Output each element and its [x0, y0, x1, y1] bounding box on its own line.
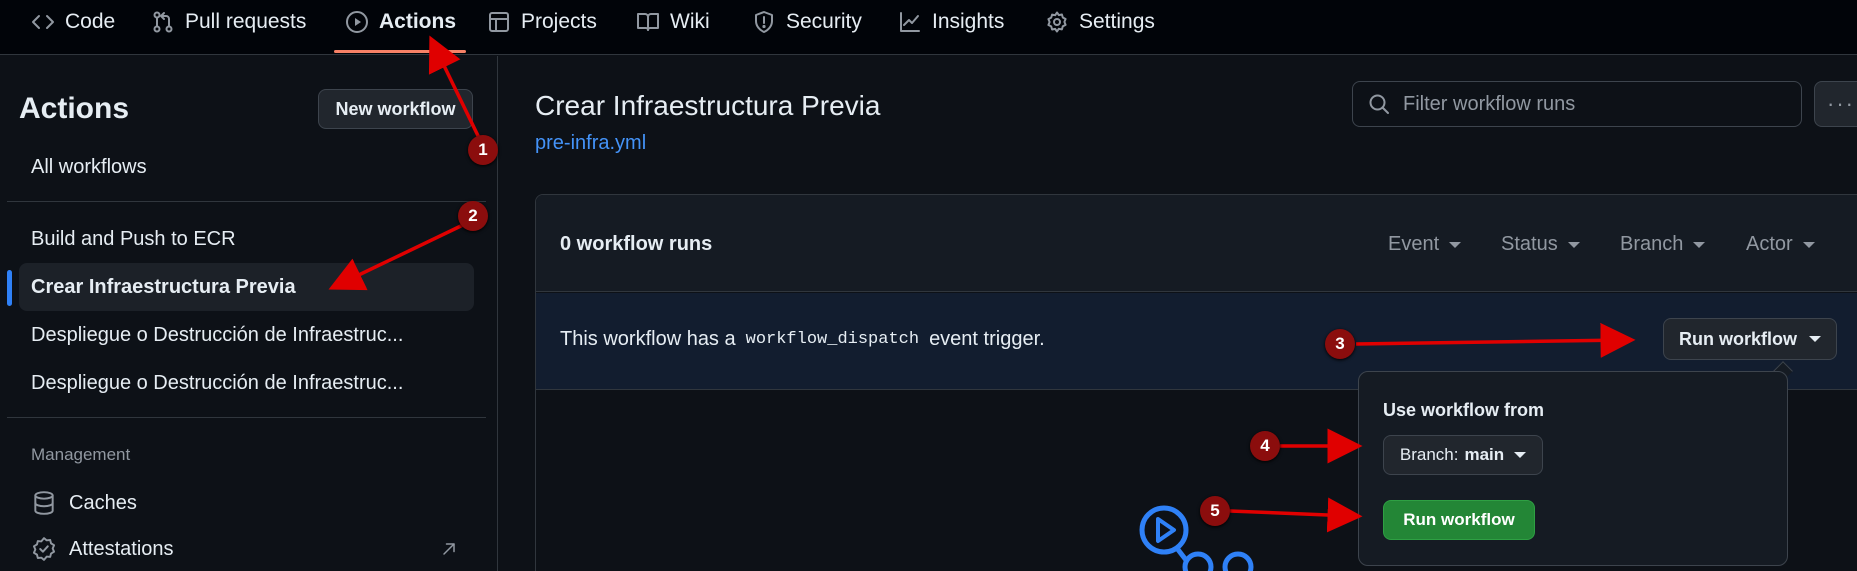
caret-down-icon: [1567, 241, 1580, 248]
sidebar-item-label: Despliegue o Destrucción de Infraestruc.…: [31, 323, 404, 346]
dispatch-code: workflow_dispatch: [745, 330, 920, 349]
run-workflow-submit-button[interactable]: Run workflow: [1383, 500, 1535, 540]
graph-icon: [900, 11, 920, 32]
filter-label: Actor: [1746, 233, 1793, 255]
sidebar-item-caches[interactable]: Caches: [19, 481, 474, 525]
search-icon: [1369, 94, 1389, 114]
sidebar-divider: [7, 417, 486, 418]
tab-code[interactable]: Code: [31, 0, 115, 43]
workflow-title: Crear Infraestructura Previa: [535, 90, 881, 121]
filter-event-dropdown[interactable]: Event: [1388, 233, 1462, 256]
filter-label: Branch: [1620, 233, 1684, 255]
caret-down-icon: [1809, 336, 1821, 342]
sidebar-item-label: Build and Push to ECR: [31, 227, 236, 250]
dispatch-suffix: event trigger.: [929, 328, 1045, 350]
runs-count: 0 workflow runs: [560, 233, 713, 255]
run-workflow-popover: Use workflow from Branch: main Run workf…: [1358, 371, 1788, 566]
dispatch-prefix: This workflow has a: [560, 328, 736, 350]
workflow-file-link[interactable]: pre-infra.yml: [535, 132, 646, 155]
runs-header: 0 workflow runs Event Status Branch Acto…: [536, 195, 1857, 292]
play-circle-icon: [346, 10, 368, 33]
tab-actions-label: Actions: [379, 9, 457, 33]
tab-insights[interactable]: Insights: [898, 0, 1004, 43]
tab-projects-label: Projects: [521, 9, 597, 33]
database-icon: [34, 491, 54, 515]
tab-security[interactable]: Security: [752, 0, 862, 43]
branch-prefix: Branch:: [1399, 445, 1459, 464]
sidebar-item-all-workflows[interactable]: All workflows: [19, 143, 474, 191]
sidebar-item-workflow[interactable]: Build and Push to ECR: [19, 215, 474, 263]
tab-pull-requests-label: Pull requests: [185, 9, 307, 33]
use-workflow-from-label: Use workflow from: [1383, 400, 1545, 420]
sidebar-item-label: Crear Infraestructura Previa: [31, 275, 296, 298]
annotation-badge-2: 2: [458, 201, 488, 231]
arrow-up-right-icon: [443, 543, 455, 555]
branch-value: main: [1464, 445, 1505, 464]
branch-select-button[interactable]: Branch: main: [1383, 435, 1543, 475]
kebab-icon: ···: [1827, 91, 1855, 116]
annotation-badge-1: 1: [468, 135, 498, 165]
sidebar-divider: [7, 201, 486, 202]
tab-code-label: Code: [65, 9, 116, 33]
tab-settings-label: Settings: [1079, 9, 1155, 33]
sidebar-item-label: Attestations: [69, 537, 174, 560]
filter-actor-dropdown[interactable]: Actor: [1746, 233, 1815, 256]
sidebar-item-workflow[interactable]: Despliegue o Destrucción de Infraestruc.…: [19, 359, 474, 407]
code-icon: [32, 14, 54, 29]
sidebar-item-attestations[interactable]: Attestations: [19, 527, 474, 571]
filter-branch-dropdown[interactable]: Branch: [1620, 233, 1706, 256]
caret-down-icon: [1802, 241, 1815, 248]
repo-nav: Code Pull requests Actions Projects Wiki…: [0, 0, 1857, 55]
tab-actions[interactable]: Actions: [345, 0, 456, 43]
tab-insights-label: Insights: [932, 9, 1005, 33]
table-icon: [489, 11, 509, 32]
selected-indicator: [7, 270, 12, 306]
tab-projects[interactable]: Projects: [487, 0, 597, 43]
filter-workflow-runs[interactable]: [1352, 81, 1802, 127]
shield-icon: [755, 10, 773, 33]
active-tab-underline: [334, 50, 466, 53]
tab-pull-requests[interactable]: Pull requests: [151, 0, 306, 43]
gear-icon: [1047, 11, 1067, 32]
filter-label: Event: [1388, 233, 1440, 255]
sidebar-item-label: All workflows: [31, 155, 147, 178]
annotation-badge-5: 5: [1200, 496, 1230, 526]
run-workflow-label: Run workflow: [1679, 328, 1797, 349]
sidebar-title: Actions: [19, 92, 130, 125]
management-heading: Management: [31, 445, 131, 464]
sidebar-item-label: Caches: [69, 491, 137, 514]
sidebar-item-label: Despliegue o Destrucción de Infraestruc.…: [31, 371, 404, 394]
tab-settings[interactable]: Settings: [1045, 0, 1155, 43]
filter-input[interactable]: [1403, 92, 1783, 116]
sidebar-item-workflow-selected[interactable]: Crear Infraestructura Previa: [19, 263, 474, 311]
more-options-button[interactable]: ···: [1814, 81, 1857, 127]
verified-icon: [32, 537, 56, 561]
new-workflow-button[interactable]: New workflow: [318, 89, 473, 129]
annotation-badge-3: 3: [1325, 329, 1355, 359]
dispatch-text: This workflow has a workflow_dispatch ev…: [560, 328, 1045, 351]
tab-security-label: Security: [786, 9, 862, 33]
sidebar-item-workflow[interactable]: Despliegue o Destrucción de Infraestruc.…: [19, 311, 474, 359]
tab-wiki-label: Wiki: [670, 9, 710, 33]
pull-request-icon: [153, 11, 173, 32]
filter-status-dropdown[interactable]: Status: [1501, 233, 1580, 256]
book-icon: [637, 12, 659, 31]
caret-down-icon: [1449, 241, 1462, 248]
run-workflow-dropdown-button[interactable]: Run workflow: [1663, 318, 1837, 360]
filter-label: Status: [1501, 233, 1558, 255]
actions-sidebar: Actions New workflow All workflows Build…: [0, 56, 498, 571]
tab-wiki[interactable]: Wiki: [636, 0, 710, 43]
annotation-badge-4: 4: [1250, 431, 1280, 461]
caret-down-icon: [1693, 241, 1706, 248]
caret-down-icon: [1514, 452, 1527, 458]
